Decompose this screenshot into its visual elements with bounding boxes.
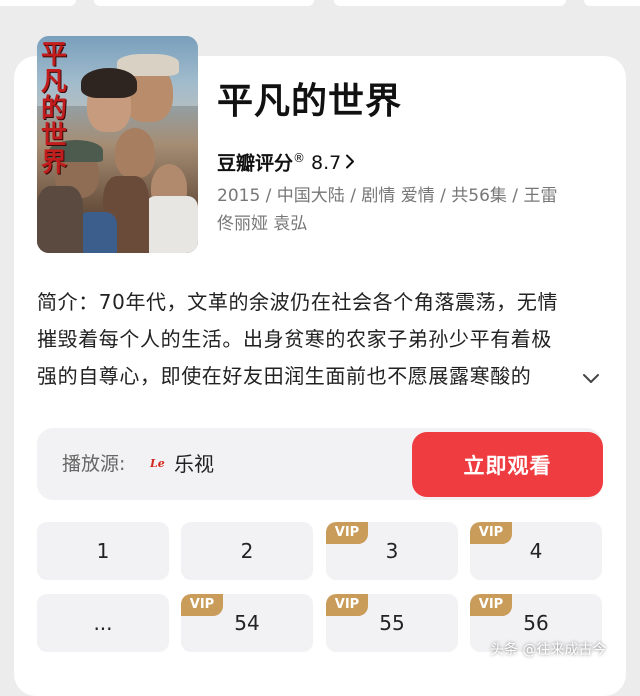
synopsis[interactable]: 简介：70年代，文革的余波仍在社会各个角落震荡，无情 摧毁着每个人的生活。出身贫… bbox=[37, 284, 597, 395]
episode-button[interactable]: VIP 55 bbox=[326, 594, 458, 652]
play-source-label: 播放源: bbox=[62, 453, 126, 475]
top-strip-segment bbox=[334, 0, 566, 6]
top-strip-segment bbox=[94, 0, 314, 6]
episode-button[interactable]: 1 bbox=[37, 522, 169, 580]
episode-number: 1 bbox=[96, 539, 110, 563]
letv-logo-icon: Le bbox=[150, 457, 165, 470]
episode-number: 55 bbox=[379, 611, 405, 635]
meta-line: 2015 / 中国大陆 / 剧情 爱情 / 共56集 / 王雷 bbox=[217, 186, 558, 206]
top-strip bbox=[0, 0, 640, 10]
rating-label: 豆瓣评分 bbox=[217, 152, 294, 175]
registered-mark: ® bbox=[293, 151, 306, 165]
chevron-right-icon bbox=[345, 151, 355, 177]
douban-rating[interactable]: 豆瓣评分® 8.7 bbox=[217, 145, 355, 177]
show-meta: 2015 / 中国大陆 / 剧情 爱情 / 共56集 / 王雷 佟丽娅 袁弘 bbox=[217, 182, 607, 238]
play-now-button[interactable]: 立即观看 bbox=[412, 432, 603, 497]
episode-button[interactable]: VIP 4 bbox=[470, 522, 602, 580]
synopsis-line: 强的自尊心，即使在好友田润生面前也不愿展露寒酸的 bbox=[37, 358, 572, 395]
poster-figure bbox=[145, 196, 198, 253]
rating-score: 8.7 bbox=[311, 152, 342, 175]
top-strip-segment bbox=[584, 0, 640, 6]
poster-figure bbox=[37, 186, 83, 253]
poster-figure bbox=[81, 68, 137, 98]
episode-button[interactable]: VIP 3 bbox=[326, 522, 458, 580]
poster-image[interactable]: 平凡的世界 bbox=[37, 36, 198, 253]
episode-button[interactable]: 2 bbox=[181, 522, 313, 580]
synopsis-text: 强的自尊心，即使在好友田润生面前也不愿展露寒酸的 bbox=[37, 364, 532, 388]
episode-number: 2 bbox=[240, 539, 254, 563]
synopsis-line: 简介：70年代，文革的余波仍在社会各个角落震荡，无情 bbox=[37, 290, 559, 314]
play-source-name[interactable]: 乐视 bbox=[174, 450, 214, 478]
meta-line: 佟丽娅 袁弘 bbox=[217, 214, 308, 234]
episode-more: ... bbox=[93, 611, 113, 635]
synopsis-line: 摧毁着每个人的生活。出身贫寒的农家子弟孙少平有着极 bbox=[37, 327, 552, 351]
episode-number: 3 bbox=[385, 539, 399, 563]
poster-figure bbox=[115, 128, 155, 178]
episode-button[interactable]: VIP 54 bbox=[181, 594, 313, 652]
top-strip-segment bbox=[0, 0, 76, 6]
watermark: 头条 @往来成古今 bbox=[490, 642, 607, 658]
episode-number: 54 bbox=[234, 611, 260, 635]
poster-title: 平凡的世界 bbox=[41, 40, 68, 178]
episode-number: 4 bbox=[529, 539, 543, 563]
chevron-down-icon[interactable] bbox=[580, 367, 602, 389]
episode-button[interactable]: ... bbox=[37, 594, 169, 652]
show-title: 平凡的世界 bbox=[217, 81, 403, 122]
poster-figure bbox=[77, 212, 117, 253]
